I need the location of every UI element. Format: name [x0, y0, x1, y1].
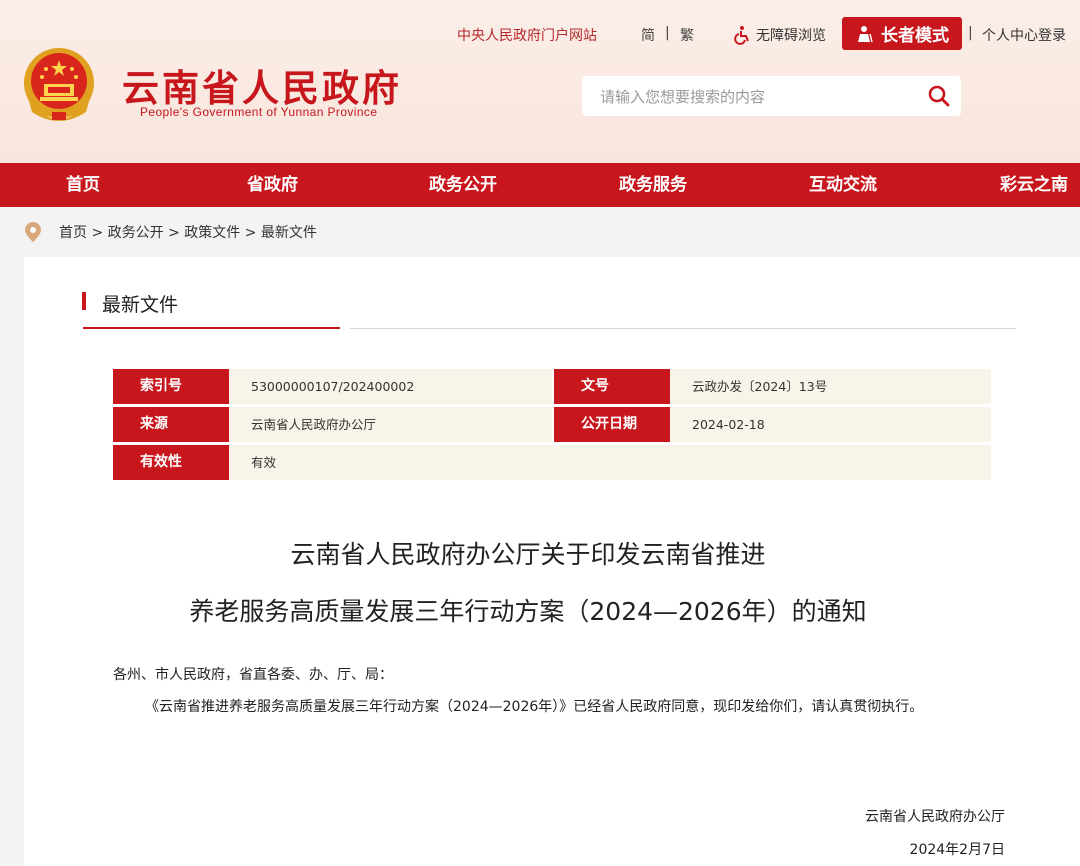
section-underline-gray	[350, 328, 1016, 329]
meta-row: 有效性 有效	[113, 445, 991, 480]
nav-item-provincial-government[interactable]: 省政府	[247, 163, 298, 207]
search-icon[interactable]	[927, 84, 951, 108]
separator: |	[968, 25, 973, 41]
nav-item-government-affairs-disclosure[interactable]: 政务公开	[429, 163, 497, 207]
document-recipients: 各州、市人民政府，省直各委、办、厅、局：	[113, 667, 393, 683]
section-title: 最新文件	[102, 294, 179, 316]
breadcrumb: 首页 > 政务公开 > 政策文件 > 最新文件	[0, 207, 1080, 257]
nav-item-interaction[interactable]: 互动交流	[809, 163, 877, 207]
meta-label-pub-date: 公开日期	[554, 407, 670, 442]
site-title[interactable]: 云南省人民政府	[122, 58, 402, 112]
meta-value-validity: 有效	[229, 445, 991, 480]
simplified-chinese-link[interactable]: 简	[641, 25, 655, 45]
user-center-login-link[interactable]: 个人中心登录	[982, 25, 1066, 45]
section-underline-red	[83, 327, 340, 329]
elder-mode-label: 长者模式	[881, 26, 949, 46]
nav-item-government-services[interactable]: 政务服务	[619, 163, 687, 207]
meta-value-pub-date: 2024-02-18	[670, 407, 991, 442]
document-meta-table: 索引号 53000000107/202400002 文号 云政办发〔2024〕1…	[113, 369, 991, 483]
meta-row: 来源 云南省人民政府办公厅 公开日期 2024-02-18	[113, 407, 991, 442]
main-nav: 首页 省政府 政务公开 政务服务 互动交流 彩云之南	[0, 163, 1080, 207]
elder-person-icon	[858, 25, 873, 42]
main-content: 最新文件 索引号 53000000107/202400002 文号 云政办发〔2…	[24, 257, 1080, 866]
separator: |	[665, 25, 670, 41]
nav-item-home[interactable]: 首页	[66, 163, 100, 207]
document-title-line-2: 养老服务高质量发展三年行动方案（2024—2026年）的通知	[189, 597, 867, 626]
accessibility-link[interactable]: 无障碍浏览	[733, 25, 826, 45]
site-subtitle-en: People's Government of Yunnan Province	[140, 105, 378, 119]
accessibility-label: 无障碍浏览	[756, 28, 826, 44]
central-portal-link[interactable]: 中央人民政府门户网站	[457, 25, 597, 45]
search-box	[582, 76, 961, 118]
document-title-line-1: 云南省人民政府办公厅关于印发云南省推进	[290, 540, 766, 569]
breadcrumb-path[interactable]: 首页 > 政务公开 > 政策文件 > 最新文件	[59, 222, 317, 242]
meta-value-index: 53000000107/202400002	[229, 369, 552, 404]
elder-mode-button[interactable]: 长者模式	[842, 17, 962, 50]
meta-row: 索引号 53000000107/202400002 文号 云政办发〔2024〕1…	[113, 369, 991, 404]
traditional-chinese-link[interactable]: 繁	[680, 25, 694, 45]
nav-item-colorful-yunnan[interactable]: 彩云之南	[1000, 163, 1068, 207]
meta-label-index: 索引号	[113, 369, 229, 404]
location-pin-icon	[25, 222, 41, 242]
wheelchair-icon	[734, 26, 749, 45]
meta-label-source: 来源	[113, 407, 229, 442]
meta-label-validity: 有效性	[113, 445, 229, 480]
section-accent-bar	[82, 292, 86, 310]
top-links: 中央人民政府门户网站 简 | 繁 无障碍浏览 长者模式 | 个人中心登录	[0, 17, 1080, 51]
document-signer: 云南省人民政府办公厅	[865, 809, 1005, 825]
site-header: 云南省人民政府 People's Government of Yunnan Pr…	[0, 0, 1080, 163]
meta-label-doc-no: 文号	[554, 369, 670, 404]
document-body-paragraph: 《云南省推进养老服务高质量发展三年行动方案（2024—2026年）》已经省人民政…	[145, 699, 924, 715]
search-input[interactable]	[582, 76, 922, 118]
national-emblem-icon[interactable]	[22, 46, 96, 124]
meta-value-source: 云南省人民政府办公厅	[229, 407, 552, 442]
document-date: 2024年2月7日	[909, 842, 1005, 858]
meta-value-doc-no: 云政办发〔2024〕13号	[670, 369, 991, 404]
